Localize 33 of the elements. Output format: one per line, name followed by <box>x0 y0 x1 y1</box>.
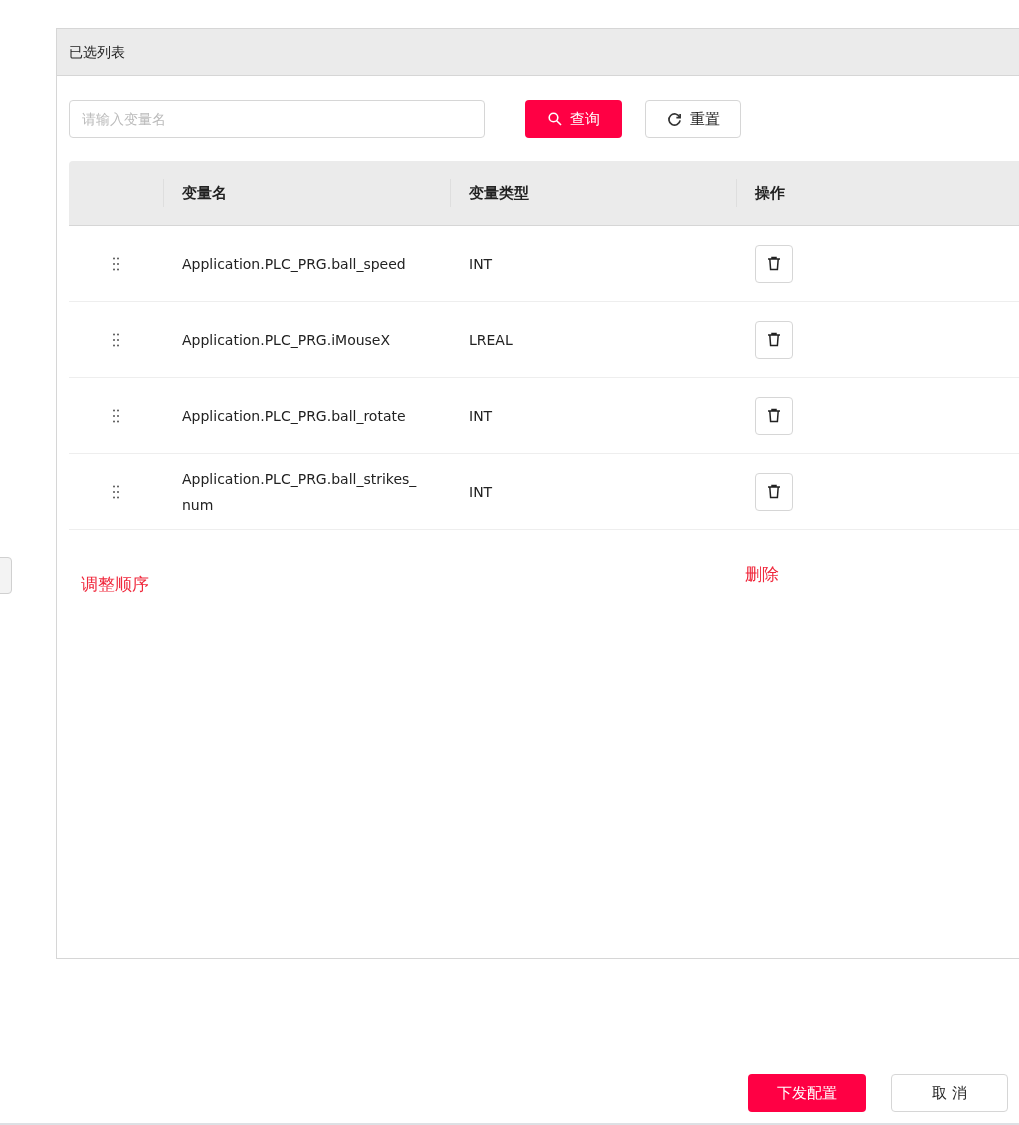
table-cell: INT <box>469 483 493 500</box>
drag-handle-icon[interactable] <box>113 408 119 423</box>
reset-button[interactable]: 重置 <box>645 100 741 138</box>
delete-button[interactable] <box>755 320 793 359</box>
trash-icon <box>767 408 781 423</box>
submit-button[interactable]: 下发配置 <box>748 1074 866 1112</box>
table-cell-text: Application.PLC_PRG.ball_strikes_num <box>182 469 418 515</box>
table-cell-text: Application.PLC_PRG.iMouseX <box>182 330 392 350</box>
column-header: 变量类型 <box>469 182 529 204</box>
delete-button[interactable] <box>755 472 793 511</box>
panel-title: 已选列表 <box>69 42 125 62</box>
delete-button[interactable] <box>755 244 793 283</box>
trash-icon <box>767 484 781 499</box>
drag-handle-icon[interactable] <box>113 484 119 499</box>
drag-handle-icon[interactable] <box>113 332 119 347</box>
column-header: 操作 <box>755 182 785 204</box>
trash-icon <box>767 332 781 347</box>
refresh-icon <box>666 111 682 127</box>
search-field[interactable]: 请输入变量名 <box>69 100 485 138</box>
table-cell: LREAL <box>469 331 513 348</box>
annotation-text: 删除 <box>745 563 779 586</box>
annotation-text: 调整顺序 <box>81 573 149 596</box>
search-button[interactable]: 查询 <box>525 100 622 138</box>
drag-handle-icon[interactable] <box>113 256 119 271</box>
column-header: 变量名 <box>182 182 227 204</box>
search-icon <box>547 112 562 126</box>
table-cell: INT <box>469 255 493 272</box>
table-cell-text: Application.PLC_PRG.ball_rotate <box>182 406 407 426</box>
trash-icon <box>767 256 781 271</box>
table-cell: INT <box>469 407 493 424</box>
cancel-button[interactable]: 取 消 <box>891 1074 1008 1112</box>
delete-button[interactable] <box>755 396 793 435</box>
table-cell-text: Application.PLC_PRG.ball_speed <box>182 254 407 274</box>
